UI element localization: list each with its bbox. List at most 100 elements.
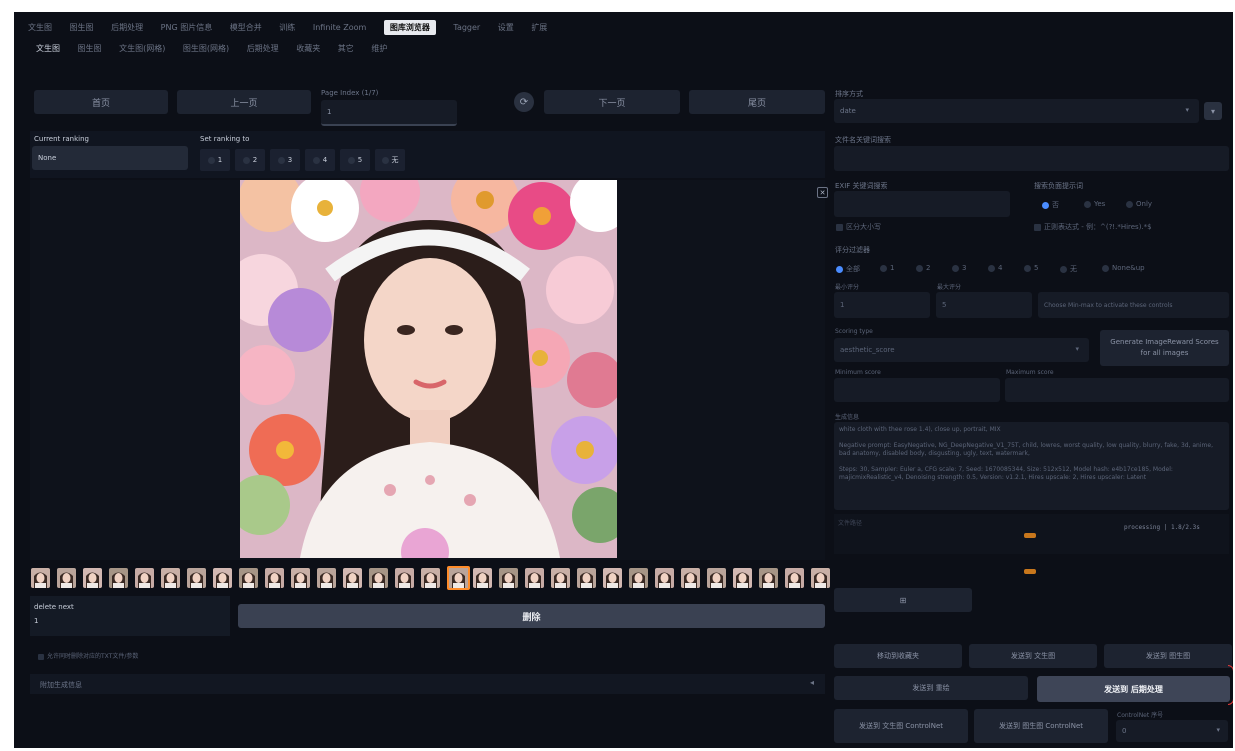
rank-option-1[interactable]: 1 <box>200 149 230 171</box>
tab-img2img[interactable]: 图生图 <box>70 22 94 33</box>
thumbnail[interactable] <box>317 568 336 588</box>
scoring-type-select[interactable]: aesthetic_score ▾ <box>834 338 1089 362</box>
thumbnail[interactable] <box>629 568 648 588</box>
preview-image[interactable] <box>240 180 617 558</box>
thumbnail[interactable] <box>733 568 752 588</box>
rank-filter-2[interactable]: 2 <box>916 264 930 272</box>
first-page-button[interactable]: 首页 <box>34 90 168 114</box>
rank-option-4[interactable]: 4 <box>305 149 335 171</box>
thumbnail[interactable] <box>525 568 544 588</box>
min-score-input[interactable]: 1 <box>834 292 930 318</box>
rank-filter-none-up[interactable]: None&up <box>1102 264 1145 272</box>
thumbnail[interactable] <box>421 568 440 588</box>
refresh-icon[interactable]: ⟳ <box>514 92 534 112</box>
generate-scores-button[interactable]: Generate ImageReward Scores for all imag… <box>1100 330 1229 366</box>
next-page-button[interactable]: 下一页 <box>544 90 680 114</box>
tab-tagger[interactable]: Tagger <box>453 23 480 32</box>
tab-extras[interactable]: 后期处理 <box>111 22 143 33</box>
send-to-extras-button[interactable]: 发送到 后期处理 <box>1037 676 1230 702</box>
rank-option-5[interactable]: 5 <box>340 149 370 171</box>
rank-option-2[interactable]: 2 <box>235 149 265 171</box>
tab-png-info[interactable]: PNG 图片信息 <box>161 22 213 33</box>
rank-filter-4[interactable]: 4 <box>988 264 1002 272</box>
thumbnail[interactable] <box>291 568 310 588</box>
prev-page-button[interactable]: 上一页 <box>177 90 311 114</box>
tab-txt2img[interactable]: 文生图 <box>28 22 52 33</box>
thumbnail[interactable] <box>655 568 674 588</box>
thumbnail[interactable] <box>759 568 778 588</box>
rank-filter-3[interactable]: 3 <box>952 264 966 272</box>
thumbnail[interactable] <box>395 568 414 588</box>
controlnet-number-select[interactable]: 0 ▾ <box>1116 720 1228 742</box>
rank-filter-5[interactable]: 5 <box>1024 264 1038 272</box>
thumbnail-selected[interactable] <box>447 566 470 590</box>
tab-merge[interactable]: 模型合并 <box>230 22 262 33</box>
case-sensitive-checkbox[interactable]: 区分大小写 <box>836 222 881 232</box>
send-to-img2img-controlnet-button[interactable]: 发送到 图生图 ControlNet <box>974 709 1108 743</box>
regex-checkbox[interactable]: 正则表达式 - 例：^(?!.*Hires).*$ <box>1034 222 1152 232</box>
neg-option-only[interactable]: Only <box>1126 200 1152 208</box>
send-to-inpaint-button[interactable]: 发送到 重绘 <box>834 676 1028 700</box>
send-to-txt2img-button[interactable]: 发送到 文生图 <box>969 644 1097 668</box>
delete-button[interactable]: 删除 <box>238 604 825 628</box>
thumbnail[interactable] <box>83 568 102 588</box>
subtab-txt2img[interactable]: 文生图 <box>36 43 60 54</box>
rank-option-3[interactable]: 3 <box>270 149 300 171</box>
send-to-txt2img-controlnet-button[interactable]: 发送到 文生图 ControlNet <box>834 709 968 743</box>
thumbnail[interactable] <box>577 568 596 588</box>
neg-option-no[interactable]: 否 <box>1042 200 1059 210</box>
additional-info-accordion[interactable] <box>30 674 825 694</box>
thumbnail[interactable] <box>239 568 258 588</box>
rank-filter-all[interactable]: 全部 <box>836 264 860 274</box>
thumbnail[interactable] <box>473 568 492 588</box>
tab-settings[interactable]: 设置 <box>498 22 514 33</box>
sort-direction-icon[interactable]: ▾ <box>1204 102 1222 120</box>
thumbnail[interactable] <box>707 568 726 588</box>
tab-extensions[interactable]: 扩展 <box>531 22 547 33</box>
thumbnail[interactable] <box>213 568 232 588</box>
move-to-favorites-button[interactable]: 移动到收藏夹 <box>834 644 962 668</box>
thumbnail[interactable] <box>31 568 50 588</box>
thumbnail[interactable] <box>57 568 76 588</box>
thumbnail[interactable] <box>265 568 284 588</box>
delete-txt-checkbox[interactable]: 允许同时删除对应的TXT文件/参数 <box>38 651 138 660</box>
thumbnail[interactable] <box>187 568 206 588</box>
thumbnail[interactable] <box>785 568 804 588</box>
delete-next-input[interactable]: 1 <box>34 617 38 625</box>
last-page-button[interactable]: 尾页 <box>689 90 825 114</box>
subtab-txt2img-grid[interactable]: 文生图(网格) <box>119 43 165 54</box>
tab-infinite-zoom[interactable]: Infinite Zoom <box>313 23 366 32</box>
thumbnail[interactable] <box>811 568 830 588</box>
tab-train[interactable]: 训练 <box>279 22 295 33</box>
minimum-score-input[interactable] <box>834 378 1000 402</box>
thumbnail[interactable] <box>343 568 362 588</box>
tab-image-browser[interactable]: 图库浏览器 <box>383 20 436 35</box>
neg-option-yes[interactable]: Yes <box>1084 200 1105 208</box>
subtab-img2img-grid[interactable]: 图生图(网格) <box>183 43 229 54</box>
maximum-score-input[interactable] <box>1005 378 1229 402</box>
subtab-favorites[interactable]: 收藏夹 <box>296 43 320 54</box>
thumbnail[interactable] <box>135 568 154 588</box>
max-score-input[interactable]: 5 <box>936 292 1032 318</box>
rank-filter-none[interactable]: 无 <box>1060 264 1077 274</box>
rank-option-none[interactable]: 无 <box>375 149 405 171</box>
send-to-img2img-button[interactable]: 发送到 图生图 <box>1104 644 1232 668</box>
filename-search-input[interactable] <box>834 146 1229 171</box>
thumbnail[interactable] <box>499 568 518 588</box>
subtab-img2img[interactable]: 图生图 <box>78 43 102 54</box>
thumbnail[interactable] <box>681 568 700 588</box>
subtab-extras[interactable]: 后期处理 <box>247 43 279 54</box>
exif-search-input[interactable] <box>834 191 1010 217</box>
thumbnail[interactable] <box>369 568 388 588</box>
thumbnail[interactable] <box>551 568 570 588</box>
collapse-arrow-icon[interactable]: ◂ <box>810 678 814 687</box>
sort-select[interactable]: date ▾ <box>834 99 1199 123</box>
subtab-maintenance[interactable]: 维护 <box>371 43 387 54</box>
thumbnail[interactable] <box>161 568 180 588</box>
subtab-others[interactable]: 其它 <box>338 43 354 54</box>
page-index-input[interactable]: 1 <box>321 100 457 126</box>
rank-filter-1[interactable]: 1 <box>880 264 894 272</box>
thumbnail[interactable] <box>603 568 622 588</box>
close-icon[interactable]: ✕ <box>817 187 828 198</box>
thumbnail[interactable] <box>109 568 128 588</box>
